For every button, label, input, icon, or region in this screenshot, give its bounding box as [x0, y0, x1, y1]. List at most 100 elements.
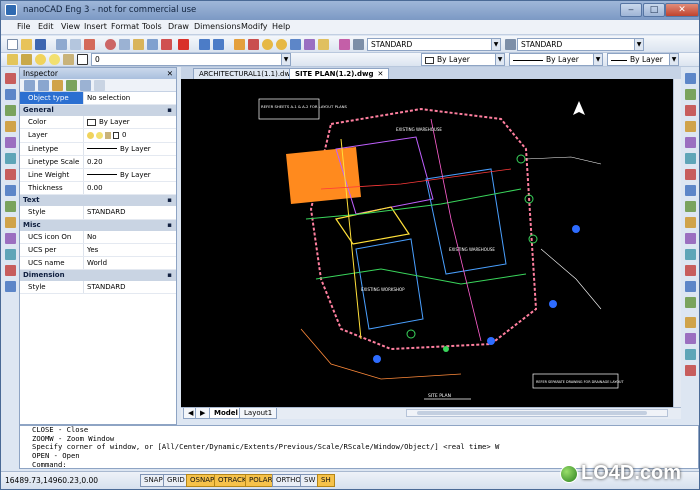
- copy-icon[interactable]: [119, 39, 130, 50]
- zoom-extents-icon[interactable]: [290, 39, 301, 50]
- layer-manager-icon[interactable]: [7, 54, 18, 65]
- property-row[interactable]: UCS name World: [20, 256, 176, 271]
- collapse-icon[interactable]: ▪: [167, 220, 172, 231]
- text-style-icon[interactable]: [353, 39, 364, 50]
- hatch-tool-icon[interactable]: [5, 153, 16, 164]
- grid-toggle[interactable]: GRID: [163, 474, 189, 487]
- pin-icon[interactable]: [94, 80, 105, 91]
- property-row[interactable]: Color By Layer: [20, 116, 176, 130]
- circle-tool-icon[interactable]: [5, 105, 16, 116]
- menu-modify[interactable]: Modify: [241, 22, 268, 31]
- menu-tools[interactable]: Tools: [142, 22, 162, 31]
- mirror-tool-icon[interactable]: [685, 105, 696, 116]
- quick-select-icon[interactable]: [66, 80, 77, 91]
- region-tool-icon[interactable]: [5, 281, 16, 292]
- scale-tool-icon[interactable]: [685, 169, 696, 180]
- spline-tool-icon[interactable]: [5, 185, 16, 196]
- menu-insert[interactable]: Insert: [84, 22, 107, 31]
- dimension-style-select[interactable]: STANDARD ▼: [517, 38, 644, 51]
- property-row[interactable]: Style STANDARD: [20, 281, 176, 295]
- text-tool-icon[interactable]: [5, 249, 16, 260]
- polygon-tool-icon[interactable]: [5, 169, 16, 180]
- copy-tool-icon[interactable]: [685, 89, 696, 100]
- collapse-icon[interactable]: ▪: [167, 195, 172, 206]
- property-row[interactable]: Linetype Scale 0.20: [20, 155, 176, 169]
- property-row[interactable]: Linetype By Layer: [20, 142, 176, 156]
- light-bulb-icon[interactable]: [35, 54, 46, 65]
- rotate-tool-icon[interactable]: [685, 153, 696, 164]
- object-type-row[interactable]: Object type No selection: [20, 92, 176, 106]
- stretch-tool-icon[interactable]: [685, 185, 696, 196]
- collapse-icon[interactable]: ▪: [167, 270, 172, 281]
- line-tool-icon[interactable]: [5, 73, 16, 84]
- property-row[interactable]: Layer 0: [20, 129, 176, 143]
- open-folder-icon[interactable]: [21, 39, 32, 50]
- save-icon[interactable]: [35, 39, 46, 50]
- pencil-icon[interactable]: [318, 39, 329, 50]
- leader-tool-icon[interactable]: [685, 333, 696, 344]
- sort-icon[interactable]: [38, 80, 49, 91]
- select-objects-icon[interactable]: [52, 80, 63, 91]
- delete-icon[interactable]: [161, 39, 172, 50]
- category-text[interactable]: Text ▪: [20, 195, 176, 207]
- sh-toggle[interactable]: SH: [317, 474, 335, 487]
- redo-icon[interactable]: [213, 39, 224, 50]
- publish-icon[interactable]: [84, 39, 95, 50]
- category-misc[interactable]: Misc ▪: [20, 219, 176, 231]
- close-icon[interactable]: ✕: [167, 68, 173, 79]
- arc-tool-icon[interactable]: [5, 121, 16, 132]
- pan-icon[interactable]: [234, 39, 245, 50]
- cancel-icon[interactable]: [178, 39, 189, 50]
- tab-layout1[interactable]: Layout1: [239, 408, 278, 419]
- explode-tool-icon[interactable]: [685, 297, 696, 308]
- menu-help[interactable]: Help: [272, 22, 290, 31]
- color-select[interactable]: By Layer ▼: [421, 53, 505, 66]
- tab-site-plan[interactable]: SITE PLAN(1.2).dwg ✕: [289, 68, 390, 79]
- print-icon[interactable]: [56, 39, 67, 50]
- lineweight-select[interactable]: By Layer ▼: [607, 53, 679, 66]
- rectangle-tool-icon[interactable]: [5, 137, 16, 148]
- filter-icon[interactable]: [80, 80, 91, 91]
- categorized-icon[interactable]: [24, 80, 35, 91]
- close-icon[interactable]: ✕: [377, 70, 383, 78]
- menu-format[interactable]: Format: [111, 22, 139, 31]
- offset-tool-icon[interactable]: [685, 121, 696, 132]
- layer-select[interactable]: 0 ▼: [91, 53, 291, 66]
- category-dimension[interactable]: Dimension ▪: [20, 270, 176, 282]
- paste-icon[interactable]: [133, 39, 144, 50]
- break-tool-icon[interactable]: [685, 233, 696, 244]
- ellipse-tool-icon[interactable]: [5, 201, 16, 212]
- zoom-realtime-icon[interactable]: [248, 39, 259, 50]
- annotate-tool-icon[interactable]: [685, 365, 696, 376]
- new-file-icon[interactable]: [7, 39, 18, 50]
- menu-draw[interactable]: Draw: [168, 22, 189, 31]
- trim-tool-icon[interactable]: [685, 201, 696, 212]
- menu-dimensions[interactable]: Dimensions: [194, 22, 241, 31]
- move-tool-icon[interactable]: [685, 73, 696, 84]
- horizontal-scrollbar[interactable]: [406, 409, 668, 417]
- menu-edit[interactable]: Edit: [38, 22, 54, 31]
- fillet-tool-icon[interactable]: [685, 281, 696, 292]
- close-button[interactable]: ✕: [665, 3, 699, 17]
- dimension-style-icon[interactable]: [505, 39, 516, 50]
- cut-icon[interactable]: [105, 39, 116, 50]
- property-row[interactable]: Thickness 0.00: [20, 182, 176, 196]
- properties-icon[interactable]: [304, 39, 315, 50]
- zoom-previous-icon[interactable]: [276, 39, 287, 50]
- text-style-select[interactable]: STANDARD ▼: [367, 38, 501, 51]
- lock-icon[interactable]: [63, 54, 74, 65]
- point-tool-icon[interactable]: [5, 233, 16, 244]
- extend-tool-icon[interactable]: [685, 217, 696, 228]
- chamfer-tool-icon[interactable]: [685, 265, 696, 276]
- layer-previous-icon[interactable]: [21, 54, 32, 65]
- block-tool-icon[interactable]: [5, 217, 16, 228]
- minimize-button[interactable]: ‒: [620, 3, 642, 17]
- tab-model[interactable]: Model: [209, 408, 243, 419]
- menu-file[interactable]: File: [17, 22, 30, 31]
- menu-view[interactable]: View: [61, 22, 80, 31]
- print-preview-icon[interactable]: [70, 39, 81, 50]
- scroll-thumb[interactable]: [417, 411, 647, 415]
- zoom-window-icon[interactable]: [262, 39, 273, 50]
- linetype-select[interactable]: By Layer ▼: [509, 53, 603, 66]
- collapse-icon[interactable]: ▪: [167, 105, 172, 116]
